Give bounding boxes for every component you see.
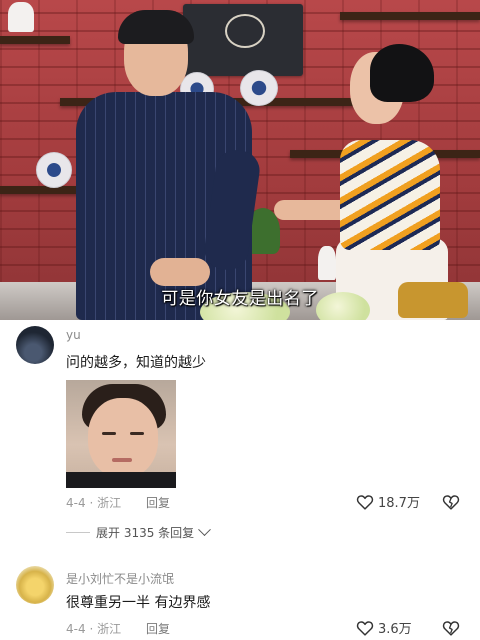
meta-separator: · [89,496,94,510]
sticker-face [88,398,158,478]
like-button[interactable]: 3.6万 [356,618,412,637]
chevron-down-icon [198,523,212,537]
reply-button[interactable]: 回复 [146,494,170,511]
comment-location: 浙江 [97,496,122,510]
chalkboard-sign [183,4,303,76]
avatar[interactable] [16,566,54,604]
comment-meta: 4-4 · 浙江 [66,620,121,637]
comment-item: 是小刘忙不是小流氓 很尊重另一半 有边界感 4-4 · 浙江 回复 3.6万 [0,562,480,640]
video-player[interactable]: 可是你女友是出名了 [0,0,480,320]
host-male-hair [118,10,194,44]
expand-replies-button[interactable]: 展开 3135 条回复 [66,523,212,541]
decor-plate [240,70,278,106]
comment-location: 浙江 [97,622,122,636]
avatar[interactable] [16,326,54,364]
comment-username[interactable]: yu [66,328,81,342]
sticker-eye [102,432,116,435]
comment-date: 4-4 [66,496,86,510]
broken-heart-icon[interactable] [442,620,460,636]
wall-shelf [340,12,480,20]
host-female-top [340,140,440,250]
host-male-hands [150,258,210,286]
comment-item: yu 问的越多，知道的越少 4-4 · 浙江 回复 18.7万 展开 3135 … [0,322,480,542]
comment-meta: 4-4 · 浙江 [66,494,121,511]
sticker-eye [130,432,144,435]
decor-kettle [8,2,34,32]
sticker-shirt [66,472,176,488]
reply-button[interactable]: 回复 [146,620,170,637]
sticker-mouth [112,458,132,462]
heart-icon [356,494,374,510]
wall-shelf [0,36,70,44]
like-button[interactable]: 18.7万 [356,492,420,511]
expand-replies-label: 展开 3135 条回复 [96,526,195,540]
comment-text: 很尊重另一半 有边界感 [66,595,211,611]
comment-sticker-image[interactable] [66,380,176,488]
heart-icon [356,620,374,636]
meta-separator: · [89,622,94,636]
expand-divider [66,532,90,533]
wall-shelf [0,186,80,194]
decor-bottle [318,246,336,280]
like-count: 18.7万 [378,496,420,511]
video-subtitle: 可是你女友是出名了 [161,289,319,309]
comment-username[interactable]: 是小刘忙不是小流氓 [66,570,174,587]
comment-date: 4-4 [66,622,86,636]
broken-heart-icon[interactable] [442,494,460,510]
comment-text: 问的越多，知道的越少 [66,355,206,371]
like-count: 3.6万 [378,622,412,637]
decor-plate [36,152,72,188]
